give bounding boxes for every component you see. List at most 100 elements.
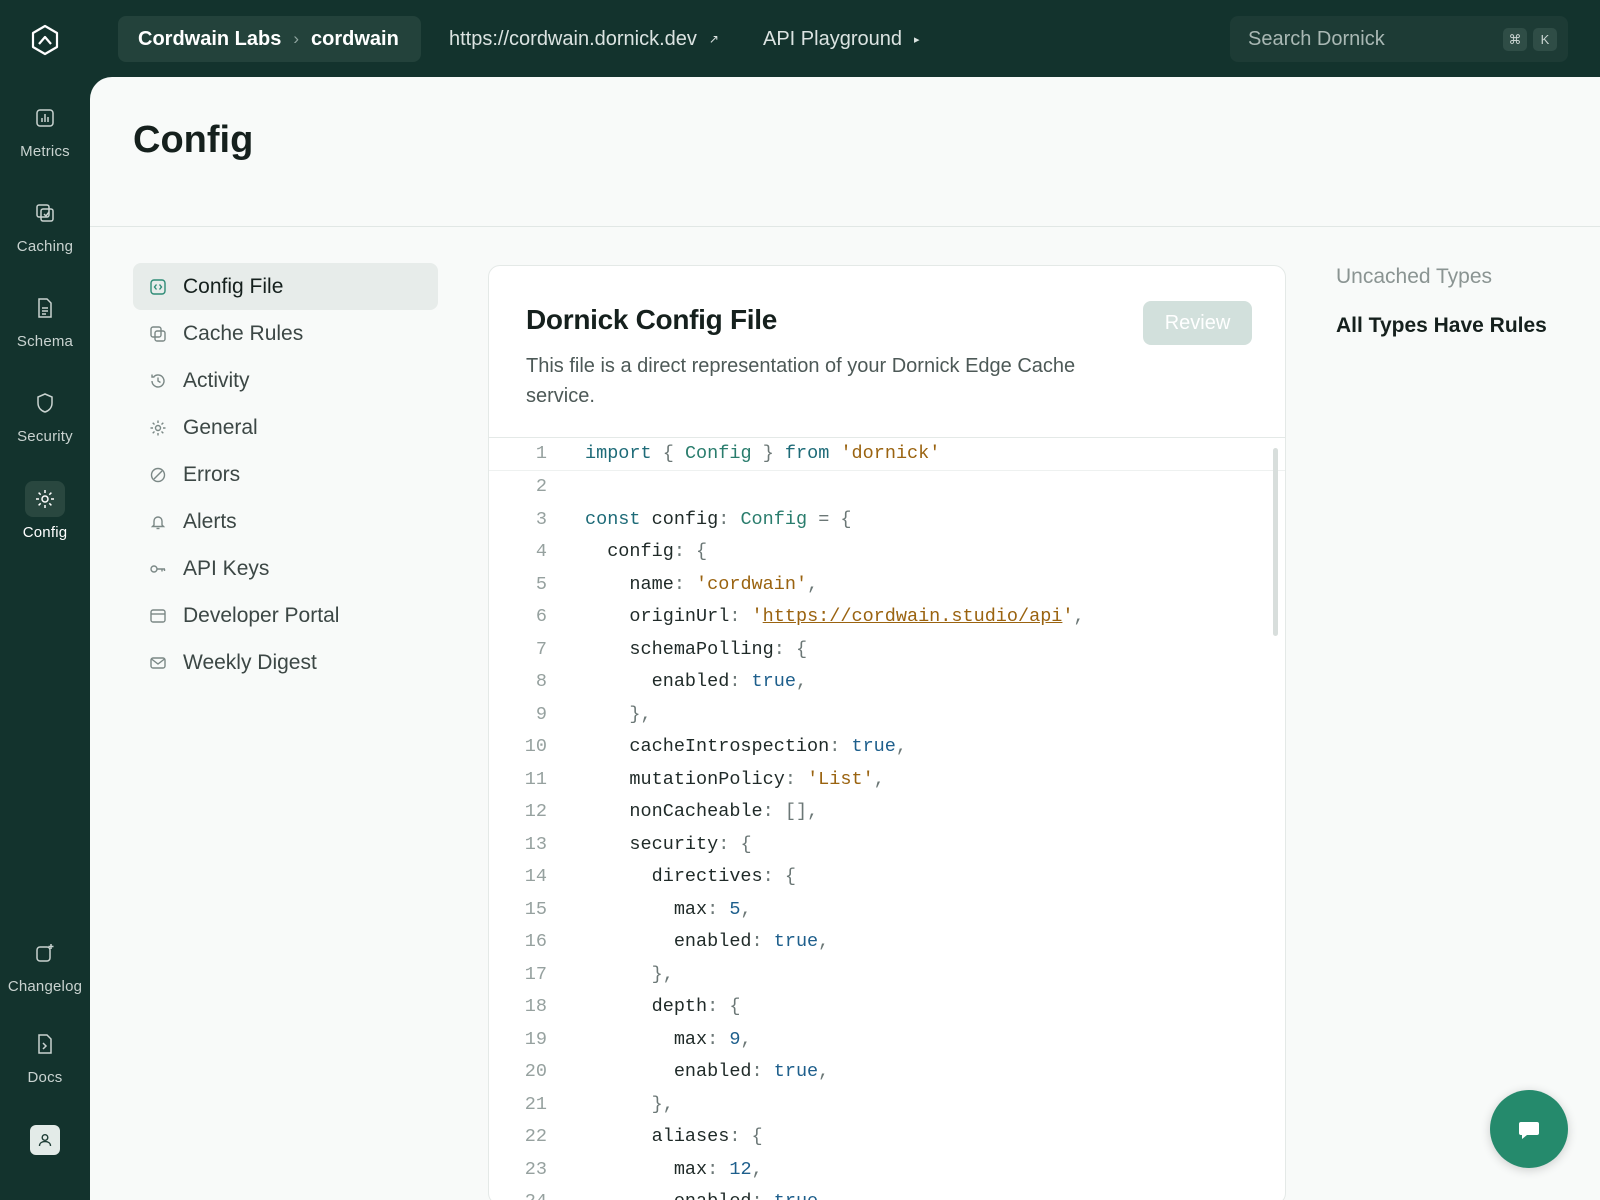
line-number: 5 xyxy=(535,573,547,595)
line-content: cacheIntrospection: true, xyxy=(585,736,907,758)
layers-icon xyxy=(25,195,65,231)
api-playground-label: API Playground xyxy=(763,27,902,50)
main-panel: Config Config File Cache Rules Activity … xyxy=(90,77,1600,1200)
line-number: 24 xyxy=(489,1191,547,1200)
line-number: 13 xyxy=(524,833,547,855)
code-line: 21 }, xyxy=(489,1088,1285,1121)
code-line: 2 xyxy=(489,471,1285,504)
changelog-icon xyxy=(25,935,65,971)
endpoint-url: https://cordwain.dornick.dev xyxy=(449,27,697,50)
rail-item-changelog[interactable]: Changelog xyxy=(0,935,90,1019)
line-content: enabled: true, xyxy=(585,671,808,693)
rail-item-security[interactable]: Security xyxy=(0,385,90,469)
code-line: 17 }, xyxy=(489,958,1285,991)
review-button[interactable]: Review xyxy=(1143,301,1252,345)
search-input[interactable] xyxy=(1248,27,1498,51)
history-icon xyxy=(149,372,167,390)
line-content: enabled: true, xyxy=(585,1191,829,1200)
line-content: mutationPolicy: 'List', xyxy=(585,768,885,790)
line-number: 22 xyxy=(524,1126,547,1148)
line-content: import { Config } from 'dornick' xyxy=(585,443,941,465)
endpoint-url-link[interactable]: https://cordwain.dornick.dev ↗ xyxy=(449,16,719,62)
slash-circle-icon xyxy=(149,466,167,484)
line-content: max: 12, xyxy=(585,1158,763,1180)
line-number: 4 xyxy=(535,541,547,563)
rail-item-docs[interactable]: Docs xyxy=(0,1026,90,1110)
line-number: 1 xyxy=(535,443,547,465)
line-number: 18 xyxy=(524,996,547,1018)
window-icon xyxy=(149,607,167,625)
nav-item-config-file[interactable]: Config File xyxy=(133,263,438,310)
nav-item-weekly-digest[interactable]: Weekly Digest xyxy=(133,639,438,686)
play-icon: ▸ xyxy=(913,33,920,46)
line-content: security: { xyxy=(585,833,752,855)
nav-item-activity[interactable]: Activity xyxy=(133,357,438,404)
code-line: 10 cacheIntrospection: true, xyxy=(489,731,1285,764)
breadcrumb[interactable]: Cordwain Labs › cordwain xyxy=(118,16,421,62)
rail-label: Caching xyxy=(16,238,74,255)
line-number: 15 xyxy=(524,898,547,920)
rail-label: Metrics xyxy=(20,143,70,160)
kbd-command: ⌘ xyxy=(1503,28,1527,51)
line-content: originUrl: 'https://cordwain.studio/api'… xyxy=(585,606,1085,628)
logo-icon[interactable] xyxy=(27,22,63,58)
breadcrumb-org[interactable]: Cordwain Labs xyxy=(138,28,281,51)
line-content: config: { xyxy=(585,541,708,563)
line-number: 20 xyxy=(524,1061,547,1083)
config-file-card: Dornick Config File This file is a direc… xyxy=(488,265,1286,1200)
nav-item-label: Config File xyxy=(183,274,284,298)
gear-icon xyxy=(25,481,65,517)
chevron-right-icon: › xyxy=(293,29,300,48)
rail-item-schema[interactable]: Schema xyxy=(0,290,90,374)
line-number: 16 xyxy=(524,931,547,953)
line-content: aliases: { xyxy=(585,1126,763,1148)
line-content: directives: { xyxy=(585,866,796,888)
chat-button[interactable] xyxy=(1490,1090,1568,1168)
line-content: max: 9, xyxy=(585,1028,752,1050)
nav-item-developer-portal[interactable]: Developer Portal xyxy=(133,592,438,639)
rail-label: Security xyxy=(17,428,73,445)
search-bar[interactable]: ⌘ K xyxy=(1230,16,1568,62)
line-content: enabled: true, xyxy=(585,1061,830,1083)
code-line: 3 const config: Config = { xyxy=(489,503,1285,536)
nav-item-label: Alerts xyxy=(183,509,237,533)
nav-item-api-keys[interactable]: API Keys xyxy=(133,545,438,592)
nav-item-general[interactable]: General xyxy=(133,404,438,451)
key-icon xyxy=(149,560,167,578)
code-line: 1 import { Config } from 'dornick' xyxy=(489,438,1285,471)
gear-icon xyxy=(149,419,167,437)
line-number: 10 xyxy=(524,736,547,758)
card-description: This file is a direct representation of … xyxy=(526,355,1076,407)
code-line: 15 max: 5, xyxy=(489,893,1285,926)
rail-item-config[interactable]: Config xyxy=(0,481,90,565)
breadcrumb-project[interactable]: cordwain xyxy=(311,28,399,51)
line-content: }, xyxy=(651,963,674,985)
line-content: const config: Config = { xyxy=(585,508,852,530)
rail-label: Docs xyxy=(27,1069,63,1086)
line-number: 14 xyxy=(524,866,547,888)
kbd-k: K xyxy=(1533,28,1557,51)
line-number: 3 xyxy=(535,508,547,530)
line-number: 7 xyxy=(535,638,547,660)
nav-item-label: Developer Portal xyxy=(183,603,340,627)
code-scrollbar[interactable] xyxy=(1273,448,1278,636)
line-number: 23 xyxy=(524,1158,547,1180)
api-playground-link[interactable]: API Playground ▸ xyxy=(763,16,920,62)
code-line: 9 }, xyxy=(489,698,1285,731)
line-content: nonCacheable: [], xyxy=(585,801,819,823)
card-title: Dornick Config File xyxy=(526,304,777,335)
code-line: 19 max: 9, xyxy=(489,1023,1285,1056)
nav-item-errors[interactable]: Errors xyxy=(133,451,438,498)
rail-item-metrics[interactable]: Metrics xyxy=(0,100,90,184)
avatar[interactable] xyxy=(30,1125,60,1155)
code-line: 8 enabled: true, xyxy=(489,666,1285,699)
line-content: schemaPolling: { xyxy=(585,638,808,660)
code-line: 5 name: 'cordwain', xyxy=(489,568,1285,601)
docs-icon xyxy=(25,1026,65,1062)
nav-item-cache-rules[interactable]: Cache Rules xyxy=(133,310,438,357)
nav-item-label: Cache Rules xyxy=(183,321,304,345)
nav-item-alerts[interactable]: Alerts xyxy=(133,498,438,545)
code-line: 7 schemaPolling: { xyxy=(489,633,1285,666)
code-editor[interactable]: 1 import { Config } from 'dornick' 2 3 const… xyxy=(489,437,1285,1200)
rail-item-caching[interactable]: Caching xyxy=(0,195,90,279)
